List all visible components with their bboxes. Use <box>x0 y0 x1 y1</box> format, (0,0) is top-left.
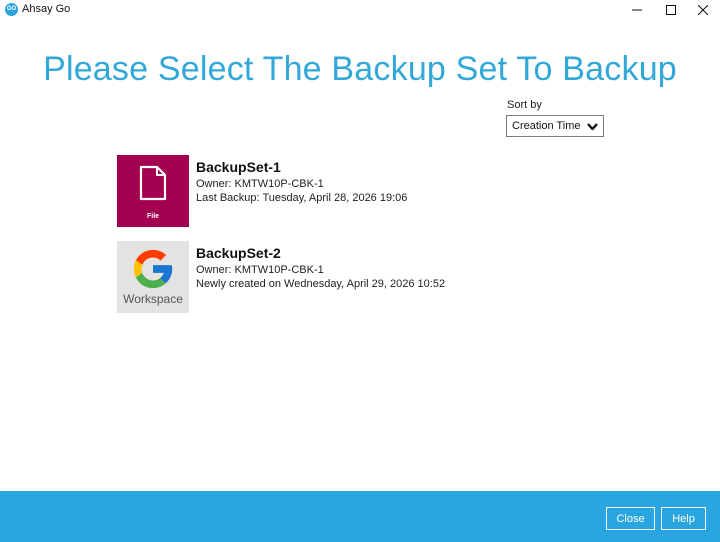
close-button[interactable]: Close <box>606 507 655 530</box>
backup-set-item[interactable]: Workspace BackupSet-2 Owner: KMTW10P-CBK… <box>117 241 517 313</box>
backup-set-owner: Owner: KMTW10P-CBK-1 <box>196 264 324 276</box>
sort-select[interactable]: Creation Time <box>506 115 604 137</box>
chevron-down-icon <box>587 123 598 131</box>
backup-set-owner: Owner: KMTW10P-CBK-1 <box>196 178 324 190</box>
maximize-button[interactable] <box>654 0 688 20</box>
google-g-icon <box>133 249 173 289</box>
backup-set-item[interactable]: File BackupSet-1 Owner: KMTW10P-CBK-1 La… <box>117 155 517 227</box>
backup-set-name: BackupSet-1 <box>196 159 281 175</box>
title-bar: GO Ahsay Go <box>0 0 720 20</box>
minimize-icon <box>632 9 642 11</box>
backup-set-name: BackupSet-2 <box>196 245 281 261</box>
sort-selected-value: Creation Time <box>512 120 581 132</box>
file-icon <box>139 165 167 201</box>
backup-set-status: Newly created on Wednesday, April 29, 20… <box>196 278 446 290</box>
thumbnail-label: Workspace <box>123 292 183 306</box>
backup-set-status: Last Backup: Tuesday, April 28, 2026 19:… <box>196 192 408 204</box>
maximize-icon <box>666 5 676 15</box>
minimize-button[interactable] <box>620 0 654 20</box>
close-icon <box>698 5 708 15</box>
sort-label: Sort by <box>507 99 542 111</box>
thumbnail-label: File <box>146 213 160 220</box>
backup-set-thumbnail: File <box>117 155 189 227</box>
help-button[interactable]: Help <box>661 507 706 530</box>
backup-set-thumbnail: Workspace <box>117 241 189 313</box>
page-title: Please Select The Backup Set To Backup <box>43 50 677 88</box>
window-close-button[interactable] <box>686 0 720 20</box>
app-logo-icon: GO <box>5 3 18 16</box>
footer-bar: Close Help <box>0 491 720 542</box>
window-title: Ahsay Go <box>22 3 71 15</box>
